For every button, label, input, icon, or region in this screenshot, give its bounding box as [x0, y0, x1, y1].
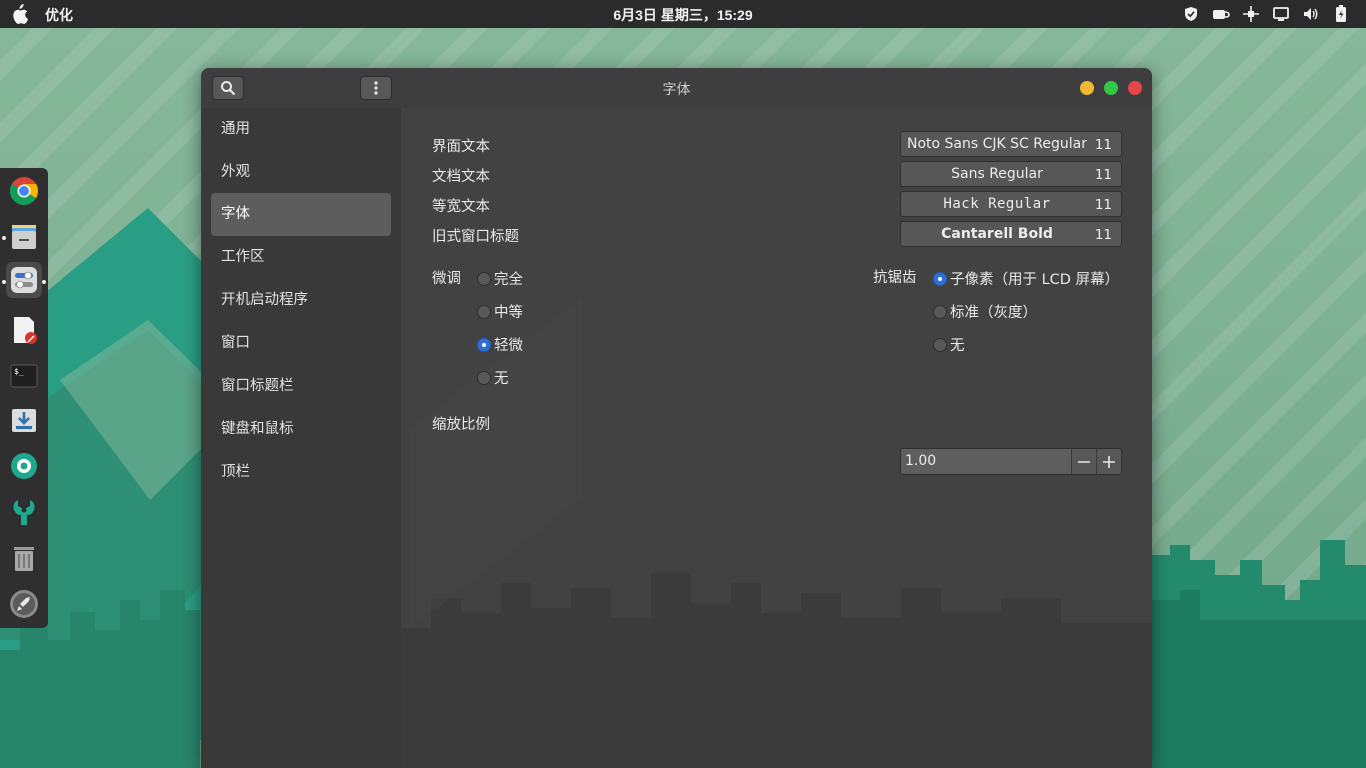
- scaling-factor-label: 缩放比例: [432, 417, 490, 433]
- tweaks-app-icon[interactable]: [6, 262, 42, 298]
- document-font-button[interactable]: Sans Regular 11: [900, 161, 1122, 187]
- clock[interactable]: 6月3日 星期三，15:29: [613, 7, 752, 23]
- sidebar-item-keyboard-mouse[interactable]: 键盘和鼠标: [211, 408, 391, 451]
- hinting-option-none[interactable]: 无: [477, 367, 509, 388]
- camera-app-icon[interactable]: [6, 448, 42, 484]
- radio-label: 无: [494, 371, 509, 387]
- tweaks-window: 字体 通用 外观 字体 工作区 开机启动程序 窗口 窗口标题栏 键盘和鼠标 顶栏…: [201, 68, 1152, 768]
- dock: $_: [0, 168, 48, 628]
- sidebar-item-top-bar[interactable]: 顶栏: [211, 451, 391, 494]
- legacy-title-label: 旧式窗口标题: [432, 229, 519, 245]
- scaling-factor-input[interactable]: 1.00: [901, 449, 1071, 474]
- active-indicator: [42, 280, 46, 284]
- antialiasing-option-none[interactable]: 无: [933, 334, 965, 355]
- download-icon[interactable]: [6, 402, 42, 438]
- vertical-dots-icon: [374, 81, 378, 95]
- radio-indicator-selected: [933, 271, 947, 286]
- shield-icon[interactable]: [1176, 4, 1206, 24]
- scaling-factor-spinbutton: 1.00: [900, 448, 1122, 475]
- radio-indicator-selected: [477, 337, 491, 352]
- radio-indicator: [477, 370, 491, 385]
- radio-label: 标准（灰度）: [950, 305, 1037, 321]
- text-editor-icon[interactable]: [6, 312, 42, 348]
- hinting-label: 微调: [432, 271, 461, 287]
- trash-icon[interactable]: [6, 540, 42, 576]
- hinting-option-full[interactable]: 完全: [477, 268, 523, 289]
- sidebar-item-general[interactable]: 通用: [211, 108, 391, 151]
- decrease-button[interactable]: [1071, 449, 1096, 474]
- minimize-button[interactable]: [1080, 81, 1094, 95]
- interface-text-label: 界面文本: [432, 139, 490, 155]
- chrome-icon[interactable]: [6, 173, 42, 209]
- radio-indicator: [933, 337, 947, 352]
- display-icon[interactable]: [1266, 4, 1296, 24]
- files-icon[interactable]: [6, 218, 42, 254]
- running-indicator: [2, 280, 6, 284]
- maximize-button[interactable]: [1104, 81, 1118, 95]
- font-name: Hack Regular: [943, 196, 1051, 212]
- close-button[interactable]: [1128, 81, 1142, 95]
- radio-indicator: [477, 271, 491, 286]
- sidebar-item-windows[interactable]: 窗口: [211, 322, 391, 365]
- window-title: 字体: [662, 82, 691, 98]
- radio-label: 完全: [494, 272, 523, 288]
- apple-menu-icon[interactable]: [10, 4, 29, 24]
- legacy-title-font-button[interactable]: Cantarell Bold 11: [900, 221, 1122, 247]
- font-size: 11: [1094, 197, 1112, 213]
- antialiasing-label: 抗锯齿: [873, 270, 917, 286]
- font-size: 11: [1094, 137, 1112, 153]
- search-button[interactable]: [212, 76, 244, 100]
- settings-tools-icon[interactable]: [6, 494, 42, 530]
- sidebar-item-workspaces[interactable]: 工作区: [211, 236, 391, 279]
- sidebar-item-fonts[interactable]: 字体: [211, 193, 391, 236]
- font-size: 11: [1094, 167, 1112, 183]
- antialiasing-option-subpixel[interactable]: 子像素（用于 LCD 屏幕）: [933, 268, 1119, 289]
- antialiasing-option-standard[interactable]: 标准（灰度）: [933, 301, 1037, 322]
- sidebar-item-appearance[interactable]: 外观: [211, 151, 391, 194]
- launcher-icon[interactable]: [6, 586, 42, 622]
- plus-icon: [1103, 455, 1115, 468]
- hinting-option-slight[interactable]: 轻微: [477, 334, 523, 355]
- network-icon[interactable]: [1236, 4, 1266, 24]
- hinting-option-medium[interactable]: 中等: [477, 301, 523, 322]
- radio-label: 无: [950, 338, 965, 354]
- document-text-label: 文档文本: [432, 169, 490, 185]
- font-name: Sans Regular: [951, 166, 1043, 182]
- minus-icon: [1078, 460, 1090, 463]
- top-bar: 优化 6月3日 星期三，15:29: [0, 0, 1366, 28]
- cup-icon[interactable]: [1206, 4, 1236, 24]
- menu-button[interactable]: [360, 76, 392, 100]
- sidebar-item-startup-apps[interactable]: 开机启动程序: [211, 279, 391, 322]
- battery-icon[interactable]: [1326, 4, 1356, 24]
- radio-indicator: [933, 304, 947, 319]
- sidebar-item-window-titlebars[interactable]: 窗口标题栏: [211, 365, 391, 408]
- fonts-panel: 界面文本 Noto Sans CJK SC Regular 11 文档文本 Sa…: [401, 108, 1152, 768]
- active-app-name[interactable]: 优化: [45, 5, 73, 25]
- radio-label: 中等: [494, 305, 523, 321]
- font-name: Noto Sans CJK SC Regular: [907, 136, 1087, 152]
- search-icon: [221, 81, 236, 96]
- monospace-font-button[interactable]: Hack Regular 11: [900, 191, 1122, 217]
- sidebar: 通用 外观 字体 工作区 开机启动程序 窗口 窗口标题栏 键盘和鼠标 顶栏: [201, 108, 401, 768]
- interface-font-button[interactable]: Noto Sans CJK SC Regular 11: [900, 131, 1122, 157]
- increase-button[interactable]: [1096, 449, 1121, 474]
- radio-label: 子像素（用于 LCD 屏幕）: [950, 272, 1120, 288]
- radio-indicator: [477, 304, 491, 319]
- radio-label: 轻微: [494, 338, 523, 354]
- system-tray: [1176, 4, 1356, 24]
- monospace-text-label: 等宽文本: [432, 199, 490, 215]
- terminal-icon[interactable]: $_: [6, 358, 42, 394]
- font-name: Cantarell Bold: [941, 226, 1053, 242]
- font-size: 11: [1094, 227, 1112, 243]
- header-bar: 字体: [201, 68, 1152, 108]
- volume-icon[interactable]: [1296, 4, 1326, 24]
- svg-text:$_: $_: [14, 367, 24, 376]
